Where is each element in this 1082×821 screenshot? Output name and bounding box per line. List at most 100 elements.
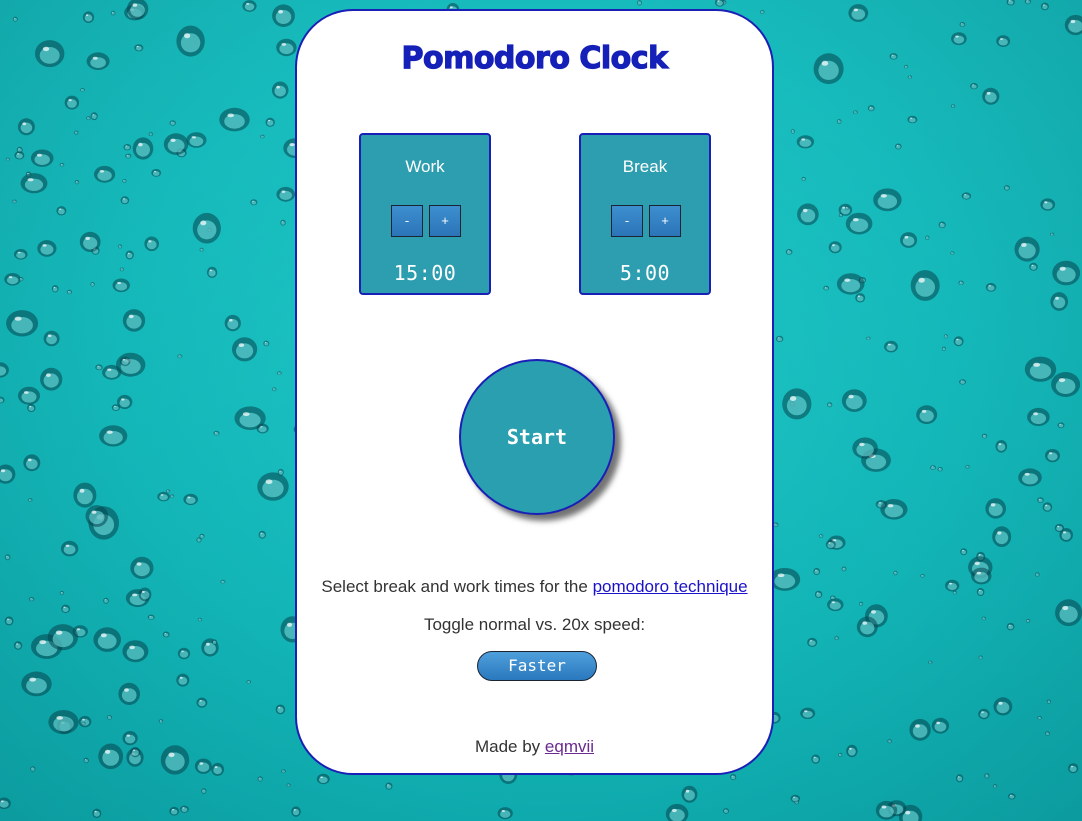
water-drop [132, 137, 154, 160]
water-drop [0, 362, 9, 378]
water-drop [103, 597, 109, 604]
water-drop [212, 639, 218, 645]
water-drop [291, 806, 301, 817]
water-drop [277, 468, 284, 476]
water-drop [265, 117, 275, 127]
water-drop [73, 482, 97, 508]
water-drop [257, 472, 289, 501]
water-drop [982, 87, 1000, 105]
water-drop [28, 498, 33, 502]
work-increase-button[interactable]: + [429, 205, 461, 237]
break-decrease-button[interactable]: - [611, 205, 643, 237]
water-drop [1042, 502, 1053, 512]
water-drop [970, 82, 978, 90]
water-drop [92, 808, 102, 818]
water-drop [838, 752, 843, 758]
water-drop [796, 135, 815, 149]
water-drop [790, 794, 801, 803]
water-drop [119, 356, 131, 366]
water-drop [730, 774, 737, 781]
water-drop [893, 570, 898, 576]
water-drop [64, 95, 80, 110]
work-label: Work [405, 157, 445, 176]
water-drop [125, 153, 132, 159]
water-drop [916, 405, 938, 425]
water-drop [250, 199, 258, 206]
water-drop [714, 0, 725, 7]
water-drop [996, 35, 1011, 47]
water-drop [148, 132, 153, 137]
water-drop [122, 731, 138, 746]
water-drop [130, 746, 141, 758]
water-drop [197, 617, 202, 622]
water-drop [93, 627, 121, 652]
water-drop [5, 157, 10, 161]
water-drop [1026, 619, 1031, 623]
work-decrease-button[interactable]: - [391, 205, 423, 237]
water-drop [852, 437, 878, 459]
water-drop [199, 247, 204, 252]
water-drop [170, 494, 175, 499]
water-drop [800, 707, 816, 719]
water-drop [960, 548, 968, 556]
water-drop [257, 776, 263, 782]
water-drop [978, 708, 990, 720]
water-drop [125, 250, 134, 260]
water-drop [110, 10, 116, 16]
water-drop [157, 491, 170, 502]
water-drop [859, 601, 864, 606]
water-drop [775, 335, 784, 343]
water-drop [889, 53, 898, 60]
water-drop [95, 364, 103, 371]
water-drop [66, 289, 72, 295]
break-time: 5:00 [619, 261, 671, 285]
water-drop [984, 773, 990, 779]
water-drop [818, 534, 824, 538]
water-drop [959, 22, 966, 27]
water-drop [272, 4, 295, 27]
water-drop [1037, 716, 1042, 720]
water-drop [40, 367, 63, 391]
water-drop [192, 212, 221, 244]
water-drop [904, 64, 909, 69]
water-drop [930, 465, 936, 470]
water-drop [723, 808, 729, 814]
water-drop [13, 249, 28, 260]
water-drop [910, 270, 940, 301]
made-by-prefix: Made by [474, 737, 545, 756]
water-drop [275, 704, 286, 715]
water-drop [138, 587, 152, 602]
water-drop [47, 624, 79, 651]
author-link[interactable]: eqmvii [545, 737, 594, 756]
start-button[interactable]: Start [459, 359, 615, 515]
pomodoro-technique-link[interactable]: pomodoro technique [593, 577, 748, 596]
water-drop [4, 616, 14, 626]
water-drop [272, 387, 277, 392]
water-drop [177, 647, 191, 660]
water-drop [951, 104, 956, 108]
water-drop [85, 505, 109, 527]
water-drop [1046, 699, 1051, 704]
water-drop [162, 631, 170, 638]
water-drop [1051, 372, 1081, 397]
water-drop [1024, 0, 1031, 5]
water-drop [122, 640, 149, 663]
faster-button[interactable]: Faster [477, 651, 597, 681]
water-drop [21, 671, 52, 697]
water-drop [211, 762, 225, 776]
water-drop [760, 10, 765, 14]
water-drop [900, 232, 918, 248]
water-drop [790, 129, 796, 134]
water-drop [875, 800, 898, 820]
water-drop [59, 163, 65, 167]
break-increase-button[interactable]: + [649, 205, 681, 237]
water-drop [907, 75, 913, 79]
water-drop [94, 165, 116, 183]
water-drop [830, 595, 836, 600]
water-drop [681, 785, 698, 803]
water-drop [928, 660, 933, 664]
water-drop [995, 440, 1008, 453]
water-drop [981, 433, 988, 439]
water-drop [1057, 422, 1065, 429]
water-drop [1034, 572, 1040, 577]
